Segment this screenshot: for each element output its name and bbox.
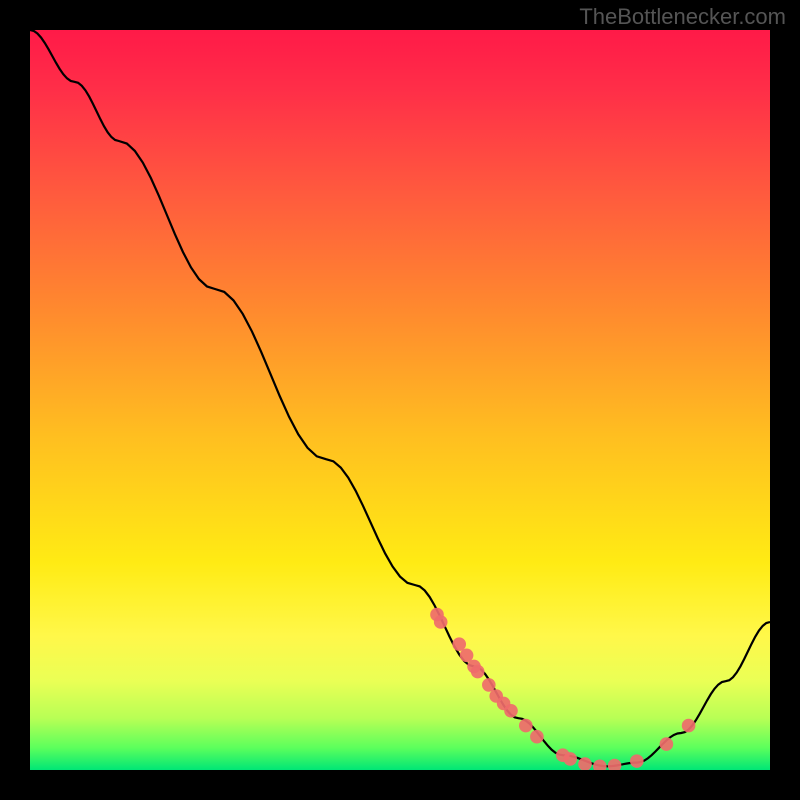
highlight-point (482, 678, 496, 692)
highlight-points-group (430, 608, 695, 770)
highlight-point (630, 754, 644, 768)
watermark-text: TheBottlenecker.com (579, 4, 786, 30)
highlight-point (593, 760, 607, 771)
highlight-point (530, 730, 544, 744)
highlight-point (608, 759, 622, 770)
highlight-point (682, 719, 696, 733)
highlight-point (660, 737, 674, 751)
highlight-point (504, 704, 518, 718)
highlight-point (452, 637, 466, 651)
highlight-point (434, 615, 448, 629)
highlight-point (471, 665, 485, 679)
highlight-point (563, 752, 577, 766)
highlight-point (519, 719, 533, 733)
chart-plot-area (30, 30, 770, 770)
highlight-point (460, 649, 474, 663)
bottleneck-curve (30, 30, 770, 766)
chart-svg (30, 30, 770, 770)
